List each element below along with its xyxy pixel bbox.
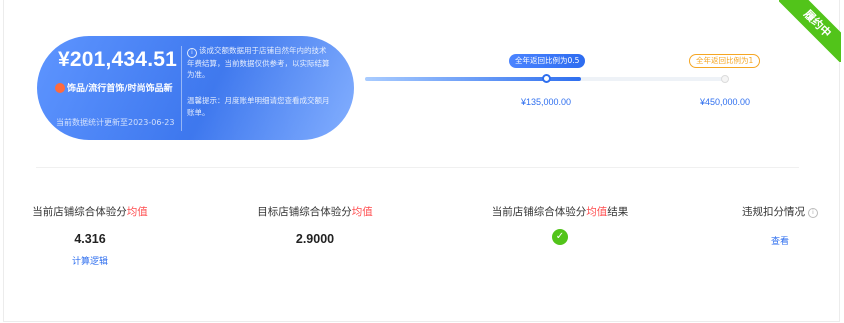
metric-label: 目标店铺综合体验分均值 bbox=[257, 206, 373, 218]
section-divider bbox=[36, 167, 799, 168]
progress-marker-1 bbox=[542, 74, 551, 83]
turnover-card: ¥201,434.51 饰品/流行首饰/时尚饰品新 当前数据统计更新至2023-… bbox=[37, 36, 354, 140]
metric-value: 4.316 bbox=[74, 232, 106, 246]
category-icon bbox=[55, 83, 65, 93]
threshold-tag-1: 全年返回比例为0.5 bbox=[509, 54, 586, 68]
category-label: 饰品/流行首饰/时尚饰品新 bbox=[55, 83, 173, 96]
metric-result: 当前店铺综合体验分均值结果 ✓ bbox=[480, 204, 640, 245]
metric-label: 当前店铺综合体验分均值结果 bbox=[491, 206, 629, 218]
calc-logic-link[interactable]: 计算逻辑 bbox=[20, 254, 160, 267]
status-ribbon-label: 履约中 bbox=[779, 0, 841, 62]
tip-note: 温馨提示：月度账单明细请您查看成交额月账单。 bbox=[187, 96, 330, 117]
metric-value: 2.9000 bbox=[295, 232, 335, 246]
info-note-text: 该成交额数据用于店铺自然年内的技术年费结算，当前数据仅供参考，以实际结算为准。 bbox=[187, 46, 330, 79]
metric-target-score: 目标店铺综合体验分均值 2.9000 bbox=[245, 204, 385, 246]
info-note: i 该成交额数据用于店铺自然年内的技术年费结算，当前数据仅供参考，以实际结算为准。 bbox=[187, 45, 332, 80]
threshold-value-1: ¥135,000.00 bbox=[521, 97, 572, 107]
threshold-tag-2: 全年返回比例为1 bbox=[689, 54, 761, 68]
metric-current-score: 当前店铺综合体验分均值 4.316 计算逻辑 bbox=[20, 204, 160, 267]
turnover-amount: ¥201,434.51 bbox=[58, 48, 177, 71]
progress-marker-2 bbox=[721, 75, 729, 83]
metric-label: 当前店铺综合体验分均值 bbox=[32, 206, 148, 218]
info-icon[interactable]: i bbox=[808, 208, 818, 218]
info-icon: i bbox=[187, 48, 197, 58]
update-note: 当前数据统计更新至2023-06-23 bbox=[56, 118, 175, 127]
category-text: 饰品/流行首饰/时尚饰品新 bbox=[67, 84, 173, 94]
view-link[interactable]: 查看 bbox=[730, 234, 830, 247]
threshold-value-2: ¥450,000.00 bbox=[700, 97, 751, 107]
check-circle-icon: ✓ bbox=[552, 229, 568, 245]
metric-violation: 违规扣分情况 i 查看 bbox=[730, 204, 830, 247]
card-divider bbox=[181, 46, 182, 131]
metric-label: 违规扣分情况 i bbox=[730, 204, 830, 219]
status-ribbon: 履约中 bbox=[779, 0, 841, 62]
